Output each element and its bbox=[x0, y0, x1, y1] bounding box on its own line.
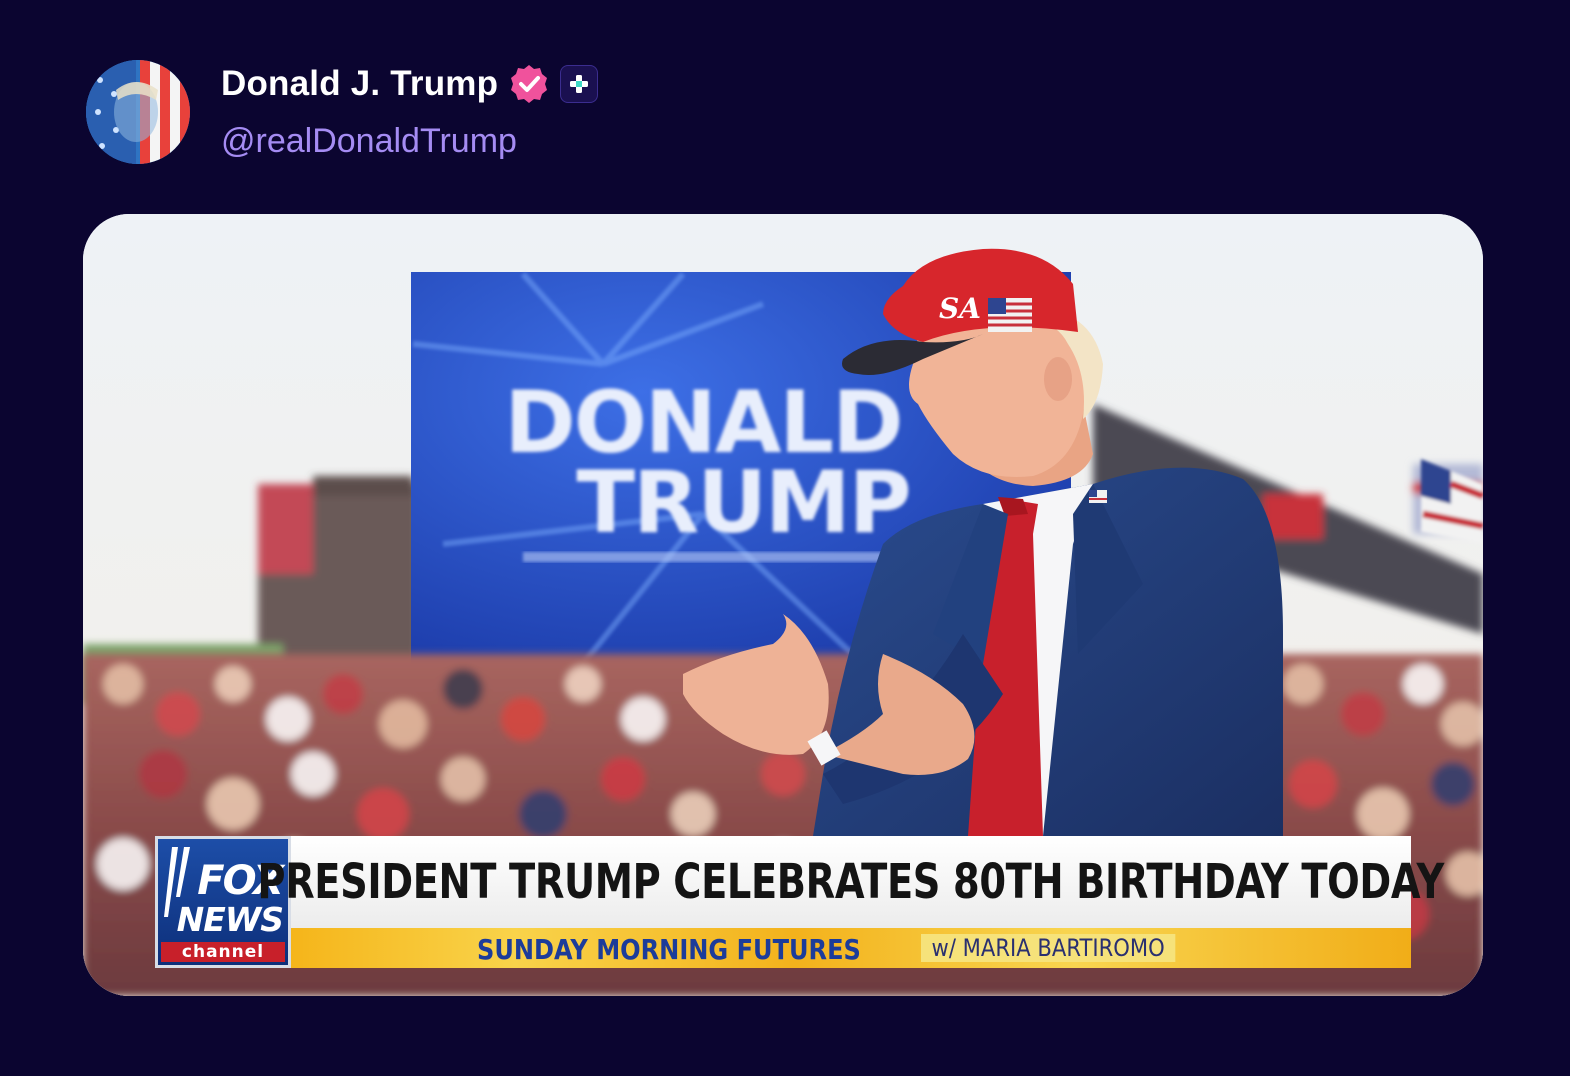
post-media-video[interactable]: DONALD TRUMP SA FOX NEWS channel PRESIDE… bbox=[83, 214, 1483, 996]
avatar-image bbox=[86, 60, 190, 164]
chyron-headline-bar: PRESIDENT TRUMP CELEBRATES 80TH BIRTHDAY… bbox=[258, 836, 1445, 928]
screen-text-trump: TRUMP bbox=[576, 453, 909, 553]
verified-badge-icon bbox=[511, 65, 548, 103]
author-display-name[interactable]: Donald J. Trump bbox=[221, 64, 498, 104]
chyron-show-name: SUNDAY MORNING FUTURES bbox=[477, 933, 861, 966]
post-card: Donald J. Trump @realDonaldTrump DONALD … bbox=[0, 0, 1570, 1076]
chyron-headline: PRESIDENT TRUMP CELEBRATES 80TH BIRTHDAY… bbox=[257, 854, 1445, 910]
lower-third-chyron: FOX NEWS channel PRESIDENT TRUMP CELEBRA… bbox=[155, 836, 1445, 968]
author-handle[interactable]: @realDonaldTrump bbox=[221, 122, 517, 161]
chyron-host: w/ MARIA BARTIROMO bbox=[921, 934, 1176, 962]
svg-text:SA: SA bbox=[939, 292, 981, 325]
author-avatar[interactable] bbox=[86, 60, 190, 164]
plus-badge-icon bbox=[560, 65, 599, 103]
author-name-row: Donald J. Trump bbox=[221, 60, 599, 108]
chyron-show-bar: SUNDAY MORNING FUTURES w/ MARIA BARTIROM… bbox=[291, 928, 1411, 968]
channel-logo-text: channel bbox=[161, 942, 285, 962]
